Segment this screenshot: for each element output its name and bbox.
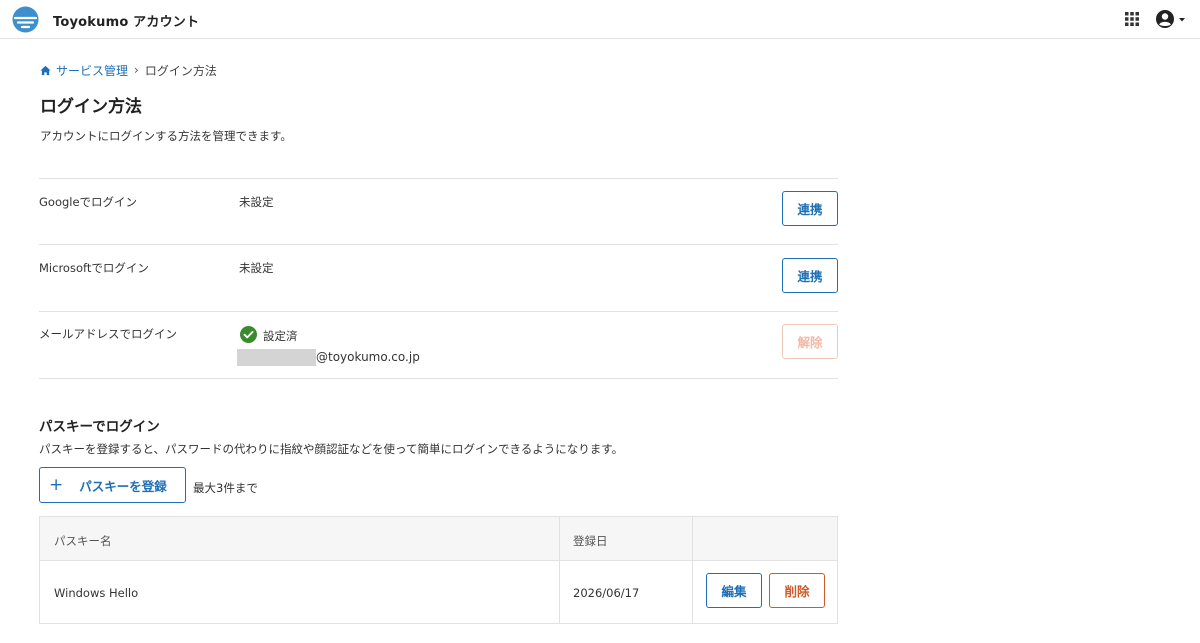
passkey-section-title: パスキーでログイン (39, 419, 160, 435)
page-description: アカウントにログインする方法を管理できます。 (40, 129, 292, 143)
breadcrumb-separator: › (134, 63, 139, 77)
passkey-description: パスキーを登録すると、パスワードの代わりに指紋や顔認証などを使って簡単にログイン… (39, 442, 624, 456)
breadcrumb: サービス管理 › ログイン方法 (40, 62, 217, 78)
email-domain: @toyokumo.co.jp (316, 350, 420, 364)
google-login-status: 未設定 (239, 195, 274, 209)
masked-email-local-part (237, 349, 316, 366)
user-circle-icon[interactable] (1155, 9, 1191, 29)
column-header-registered-date: 登録日 (573, 534, 608, 548)
registered-date-cell: 2026/06/17 (573, 586, 640, 600)
passkey-limit-text: 最大3件まで (193, 481, 258, 495)
page-title: ログイン方法 (40, 97, 142, 117)
microsoft-login-status: 未設定 (239, 261, 274, 275)
divider (39, 378, 838, 379)
table-header: パスキー名 登録日 (40, 517, 837, 561)
breadcrumb-current: ログイン方法 (144, 63, 217, 78)
register-passkey-label: パスキーを登録 (79, 478, 167, 494)
divider (39, 178, 838, 179)
column-header-passkey-name: パスキー名 (54, 534, 112, 548)
email-login-label: メールアドレスでログイン (39, 327, 177, 341)
edit-passkey-button[interactable]: 編集 (706, 573, 762, 608)
grid-icon[interactable] (1124, 11, 1140, 27)
divider (39, 244, 838, 245)
breadcrumb-service-management[interactable]: サービス管理 (56, 62, 128, 79)
delete-passkey-button[interactable]: 削除 (769, 573, 825, 608)
email-unlink-button[interactable]: 解除 (782, 324, 838, 359)
google-link-button[interactable]: 連携 (782, 191, 838, 226)
microsoft-login-label: Microsoftでログイン (39, 261, 149, 275)
plus-icon: + (49, 474, 64, 495)
home-icon[interactable] (40, 65, 51, 76)
toyokumo-logo-icon[interactable] (12, 6, 39, 33)
column-divider (692, 517, 693, 623)
passkey-name-cell: Windows Hello (54, 586, 139, 600)
email-login-status: 設定済 (263, 329, 298, 343)
app-header: Toyokumo アカウント (0, 0, 1200, 39)
app-title: Toyokumo アカウント (53, 15, 200, 30)
chevron-down-icon (1179, 18, 1185, 22)
microsoft-link-button[interactable]: 連携 (782, 258, 838, 293)
column-divider (559, 517, 560, 623)
passkey-table: パスキー名 登録日 Windows Hello 2026/06/17 編集 削除 (39, 516, 838, 624)
register-passkey-button[interactable]: + パスキーを登録 (39, 467, 186, 503)
table-row: Windows Hello 2026/06/17 編集 削除 (40, 561, 837, 623)
check-circle-icon (240, 326, 257, 343)
divider (39, 311, 838, 312)
google-login-label: Googleでログイン (39, 195, 138, 209)
